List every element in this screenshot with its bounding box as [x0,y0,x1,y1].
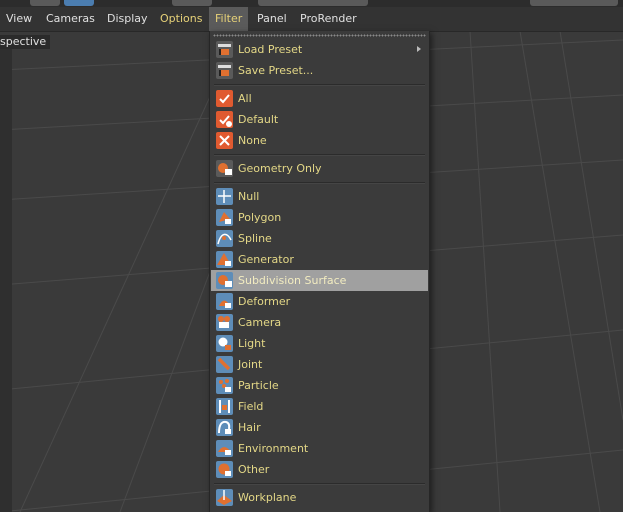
menu-item-subdivision-surface[interactable]: Subdivision Surface [211,270,428,291]
subdivision-surface-icon [216,272,233,289]
viewport-menubar: View Cameras Display Options Filter Pane… [0,7,623,32]
deformer-icon [216,293,233,310]
x-mark-icon [216,132,233,149]
menu-item-geometry-only[interactable]: Geometry Only [211,158,428,179]
submenu-arrow-icon [417,46,421,52]
menu-item-workplane[interactable]: Workplane [211,487,428,508]
menu-item-spline[interactable]: Spline [211,228,428,249]
menu-divider [214,483,425,485]
menu-item-none[interactable]: None [211,130,428,151]
viewport-name-label: spective [0,35,51,49]
menu-item-save-preset[interactable]: Save Preset... [211,60,428,81]
menu-divider [214,84,425,86]
menu-item-light[interactable]: Light [211,333,428,354]
null-icon [216,188,233,205]
menu-display[interactable]: Display [101,7,154,31]
light-icon [216,335,233,352]
menu-panel[interactable]: Panel [251,7,293,31]
other-icon [216,461,233,478]
menu-item-all[interactable]: All [211,88,428,109]
checkmark-default-icon [216,111,233,128]
toolbar-button[interactable] [172,0,212,6]
top-toolbar [0,0,623,7]
menu-item-hair[interactable]: Hair [211,417,428,438]
menu-item-camera[interactable]: Camera [211,312,428,333]
camera-icon [216,314,233,331]
menu-options[interactable]: Options [154,7,208,31]
menu-item-other[interactable]: Other [211,459,428,480]
particle-icon [216,377,233,394]
menu-item-default[interactable]: Default [211,109,428,130]
menu-item-field[interactable]: Field [211,396,428,417]
toolbar-button[interactable] [530,0,618,6]
tear-off-handle[interactable] [213,34,426,37]
menu-item-joint[interactable]: Joint [211,354,428,375]
joint-icon [216,356,233,373]
hair-icon [216,419,233,436]
menu-divider [214,182,425,184]
polygon-icon [216,209,233,226]
viewport-left-panel [0,49,12,512]
save-preset-icon [216,62,233,79]
generator-icon [216,251,233,268]
toolbar-button[interactable] [258,0,368,6]
toolbar-button[interactable] [30,0,60,6]
menu-item-environment[interactable]: Environment [211,438,428,459]
environment-icon [216,440,233,457]
geometry-only-icon [216,160,233,177]
menu-item-deformer[interactable]: Deformer [211,291,428,312]
menu-view[interactable]: View [0,7,38,31]
checkmark-icon [216,90,233,107]
toolbar-button[interactable] [64,0,94,6]
menu-filter[interactable]: Filter [209,7,249,31]
menu-item-polygon[interactable]: Polygon [211,207,428,228]
menu-item-load-preset[interactable]: Load Preset [211,39,428,60]
menu-item-generator[interactable]: Generator [211,249,428,270]
menu-divider [214,154,425,156]
menu-item-null[interactable]: Null [211,186,428,207]
menu-prorender[interactable]: ProRender [294,7,363,31]
spline-icon [216,230,233,247]
menu-item-particle[interactable]: Particle [211,375,428,396]
workplane-icon [216,489,233,506]
field-icon [216,398,233,415]
load-preset-icon [216,41,233,58]
filter-dropdown-menu: Load Preset Save Preset... All Default N… [209,31,430,512]
menu-cameras[interactable]: Cameras [40,7,101,31]
